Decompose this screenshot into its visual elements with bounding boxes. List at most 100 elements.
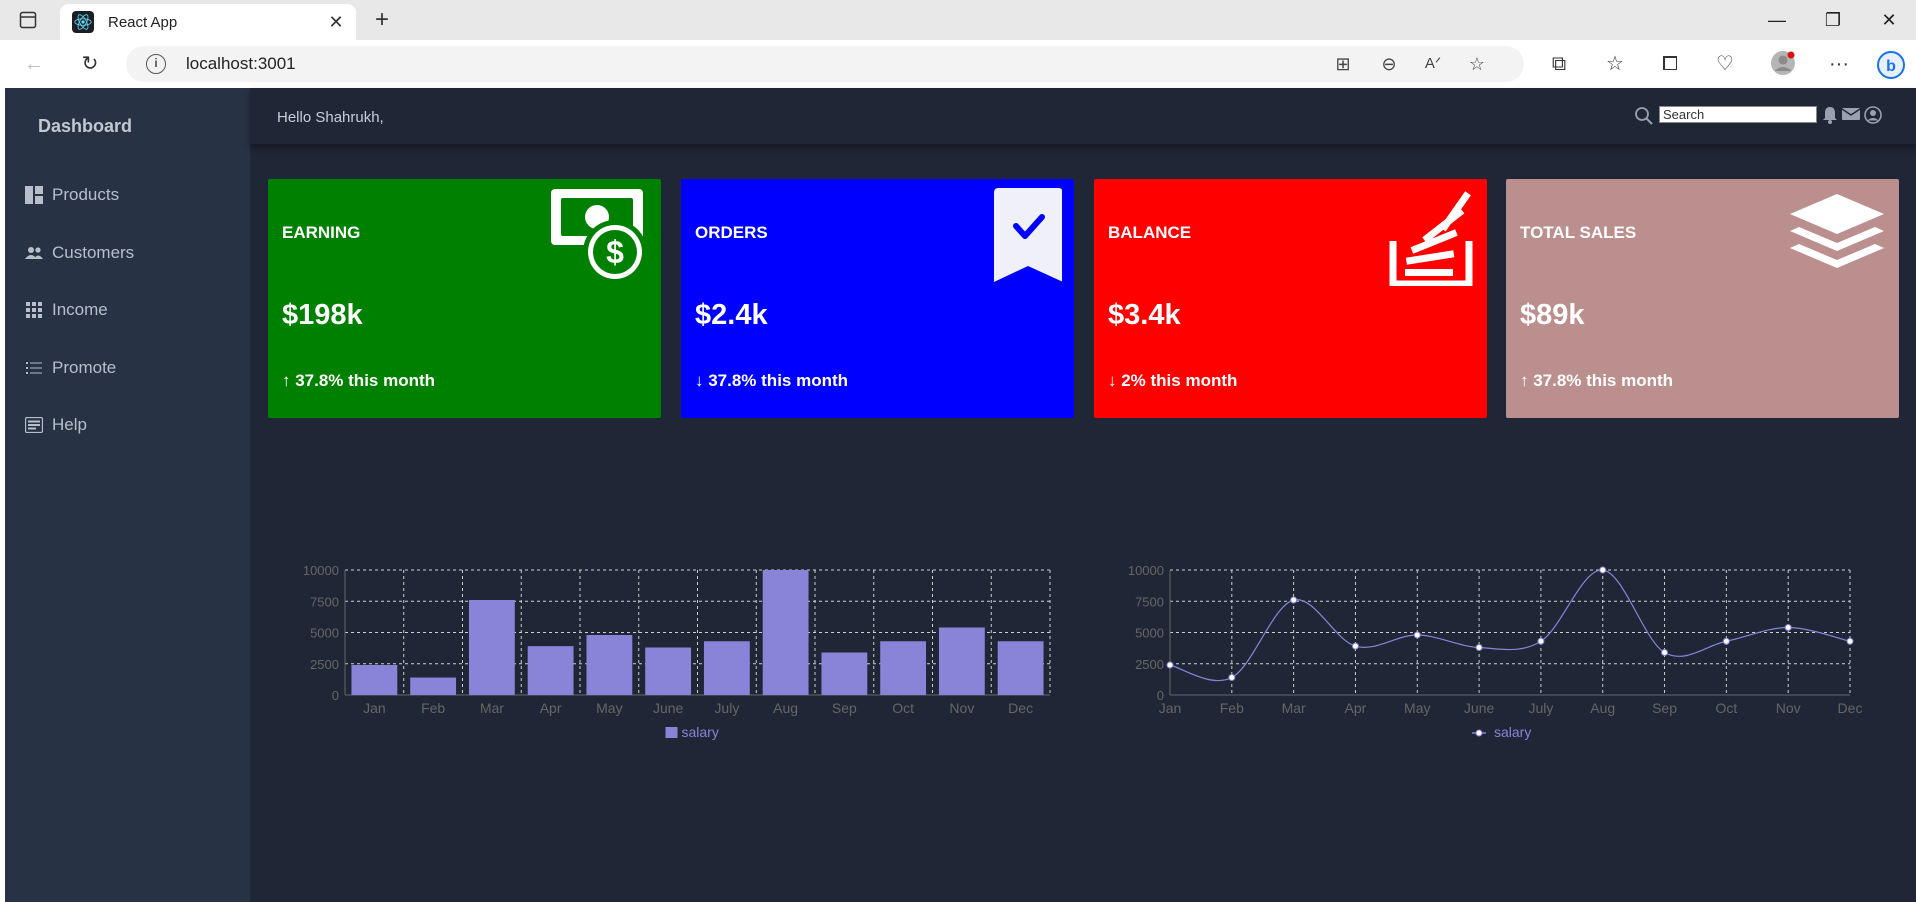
back-icon[interactable]: ←: [20, 50, 48, 78]
x-tick-label: Nov: [1776, 700, 1801, 716]
sidebar-item-customers[interactable]: Customers: [24, 241, 134, 265]
bell-icon[interactable]: [1822, 106, 1840, 124]
data-point[interactable]: [1784, 624, 1792, 631]
read-aloud-icon[interactable]: Aᐟ: [1420, 52, 1446, 76]
more-options-icon[interactable]: ···: [1824, 50, 1854, 78]
y-tick-label: 5000: [1135, 626, 1164, 641]
bar[interactable]: [997, 641, 1044, 695]
search-icon[interactable]: [1634, 106, 1654, 126]
browser-essentials-icon[interactable]: ♡: [1710, 50, 1740, 78]
data-point[interactable]: [1228, 674, 1236, 682]
x-tick-label: Oct: [892, 700, 914, 716]
bar[interactable]: [703, 641, 750, 695]
bar[interactable]: [645, 647, 692, 696]
salary-bar-chart: 0 2500 5000 7500 10000 Jan Feb Mar Apr May June Jul…: [275, 470, 1065, 755]
user-circle-icon[interactable]: [1864, 106, 1882, 124]
bar[interactable]: [938, 627, 985, 696]
zoom-out-icon[interactable]: ⊖: [1376, 52, 1402, 76]
x-tick-label: Nov: [949, 700, 974, 716]
money-icon: $: [549, 186, 649, 286]
data-point[interactable]: [1722, 637, 1730, 645]
bar[interactable]: [586, 635, 633, 695]
y-tick-label: 5000: [310, 626, 339, 641]
svg-text:b: b: [1886, 58, 1896, 75]
y-tick-label: 0: [332, 688, 339, 703]
bar[interactable]: [821, 652, 868, 696]
bar[interactable]: [880, 641, 927, 695]
data-point[interactable]: [1290, 596, 1298, 604]
layers-icon: [1787, 186, 1887, 286]
card-title: EARNING: [282, 223, 361, 242]
x-tick-label: Apr: [540, 700, 562, 716]
data-point[interactable]: [1661, 649, 1669, 656]
x-tick-label: Jan: [363, 700, 386, 716]
card-title: TOTAL SALES: [1520, 223, 1637, 242]
close-tab-icon[interactable]: ✕: [326, 12, 346, 32]
sidebar-item-income[interactable]: Income: [24, 298, 108, 322]
bar[interactable]: [351, 665, 398, 695]
browser-tab[interactable]: React App ✕: [60, 4, 356, 40]
card-value: $198k: [282, 299, 363, 331]
card-title: ORDERS: [695, 223, 768, 242]
restore-icon[interactable]: ❐: [1810, 4, 1856, 36]
new-tab-icon[interactable]: +: [368, 6, 396, 34]
favorites-icon[interactable]: ☆: [1600, 50, 1630, 78]
sidebar-item-label: Help: [52, 415, 87, 434]
copilot-icon[interactable]: b: [1876, 50, 1906, 79]
bar[interactable]: [468, 600, 515, 695]
stack-overflow-icon: [1375, 186, 1475, 288]
legend-marker: [1475, 729, 1483, 737]
tab-actions-icon[interactable]: [14, 8, 42, 32]
data-point[interactable]: [1166, 661, 1174, 669]
top-header: Hello Shahrukh,: [250, 88, 1916, 144]
sidebar-item-label: Customers: [52, 243, 135, 262]
minimize-icon[interactable]: —: [1754, 4, 1800, 36]
data-point[interactable]: [1413, 631, 1421, 639]
users-icon: [24, 244, 44, 262]
sidebar-item-products[interactable]: Products: [24, 183, 119, 207]
data-point[interactable]: [1475, 644, 1483, 651]
bar[interactable]: [527, 646, 574, 695]
favorite-star-icon[interactable]: ☆: [1464, 52, 1490, 76]
x-tick-label: Sep: [832, 700, 857, 716]
close-window-icon[interactable]: ✕: [1866, 4, 1912, 36]
app-available-icon[interactable]: ⊞: [1330, 52, 1356, 76]
x-tick-label: Aug: [1590, 700, 1615, 716]
x-tick-label: May: [596, 700, 622, 716]
x-tick-label: Feb: [1220, 700, 1244, 716]
collections-icon[interactable]: ⧠: [1655, 50, 1685, 78]
greeting: Hello Shahrukh,: [277, 109, 384, 126]
data-point[interactable]: [1599, 566, 1607, 574]
info-icon[interactable]: i: [146, 54, 166, 74]
y-tick-label: 2500: [1135, 657, 1164, 672]
sidebar-item-label: Products: [52, 185, 120, 204]
browser-toolbar: ← ↻ i localhost:3001 ⊞ ⊖ Aᐟ ☆ ⧉ ☆ ⧠ ♡ ··…: [0, 40, 1916, 88]
react-icon: [72, 11, 94, 33]
x-tick-label: Aug: [773, 700, 798, 716]
split-screen-icon[interactable]: ⧉: [1544, 50, 1574, 78]
mail-icon[interactable]: [1841, 106, 1861, 124]
data-point[interactable]: [1537, 637, 1545, 645]
profile-icon[interactable]: [1768, 50, 1798, 78]
y-tick-label: 10000: [303, 563, 339, 578]
bar[interactable]: [762, 570, 809, 695]
data-point[interactable]: [1351, 642, 1359, 650]
card-change: ↑ 37.8% this month: [1520, 371, 1674, 390]
x-tick-label: Dec: [1008, 700, 1033, 716]
app-root: Dashboard Products Customers Income Prom…: [5, 88, 1916, 902]
sidebar-brand[interactable]: Dashboard: [38, 116, 132, 137]
sidebar-item-label: Promote: [52, 358, 117, 377]
sidebar-item-promote[interactable]: Promote: [24, 356, 116, 380]
data-point[interactable]: [1846, 637, 1854, 645]
x-tick-label: Apr: [1345, 700, 1367, 716]
card-orders: ORDERS $2.4k ↓ 37.8% this month: [681, 179, 1074, 418]
address-bar[interactable]: i localhost:3001 ⊞ ⊖ Aᐟ ☆: [126, 46, 1524, 82]
refresh-icon[interactable]: ↻: [76, 50, 104, 78]
card-total-sales: TOTAL SALES $89k ↑ 37.8% this month: [1506, 179, 1899, 418]
card-change: ↓ 37.8% this month: [695, 371, 849, 390]
bar[interactable]: [410, 677, 457, 695]
x-tick-label: May: [1404, 700, 1430, 716]
sidebar-item-help[interactable]: Help: [24, 413, 87, 437]
search-input[interactable]: [1659, 106, 1817, 123]
x-tick-label: Dec: [1838, 700, 1863, 716]
